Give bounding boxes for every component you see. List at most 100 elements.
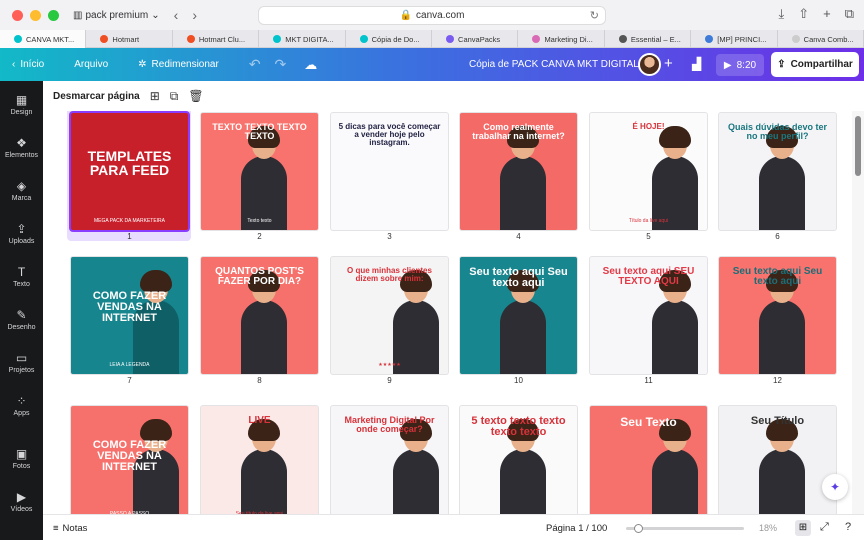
sidebar-toggle-icon[interactable]: ▥ (73, 10, 82, 21)
person-photo (241, 270, 287, 374)
cloud-saved-icon[interactable]: ☁ (304, 57, 317, 73)
page-headline: 5 texto texto texto texto texto (471, 415, 566, 439)
browser-tab[interactable]: [MP] PRINCI... (691, 30, 778, 48)
duplicate-page-icon[interactable]: ⧉ (170, 89, 179, 104)
page-thumbnail[interactable]: 5 dicas para você começar a vender hoje … (331, 113, 448, 230)
page-subtext: Título da live aqui (628, 218, 669, 224)
notes-button[interactable]: ≡ Notas (53, 523, 87, 534)
page-thumbnail[interactable]: QUANTOS POST'S FAZER POR DIA? (201, 257, 318, 374)
page-thumbnail[interactable]: O que minhas clientes dizem sobre mim: ★★… (331, 257, 448, 374)
back-icon[interactable]: ‹ (174, 7, 179, 23)
tab-overview-icon[interactable]: ⧉ (845, 6, 854, 22)
share-button[interactable]: ⇪ Compartilhar (771, 52, 859, 77)
page-thumbnail[interactable]: TEMPLATES PARA FEED MEGA PACK DA MARKETEI… (71, 113, 188, 230)
page-thumbnail[interactable]: Marketing Digital Por onde começar? (331, 406, 448, 514)
window-controls[interactable] (12, 9, 59, 21)
sidebar-item-projetos[interactable]: ▭ Projetos (0, 351, 43, 374)
document-title[interactable]: Cópia de PACK CANVA MKT DIGITAL 8 (469, 59, 647, 70)
photo-icon: ▣ (15, 447, 28, 461)
undo-icon[interactable]: ↶ (249, 56, 261, 73)
add-collaborator-icon[interactable]: + (664, 55, 673, 72)
editor-footer: ≡ Notas Página 1 / 100 18% ⊞ ⤢ ? (43, 514, 864, 540)
sidebar-item-uploads[interactable]: ⇪ Uploads (0, 222, 43, 245)
page-thumbnail[interactable]: Quais dúvidas devo ter no meu perfil? (719, 113, 836, 230)
forward-icon[interactable]: › (192, 7, 197, 23)
reload-icon[interactable]: ↻ (590, 9, 599, 22)
help-icon[interactable]: ? (845, 521, 851, 533)
play-icon: ▶ (723, 59, 732, 71)
page-thumbnail[interactable]: Seu texto aqui SEU TEXTO AQUI (590, 257, 707, 374)
browser-tab[interactable]: Essential – E... (605, 30, 692, 48)
video-icon: ▶ (16, 490, 27, 504)
page-thumbnail[interactable]: LIVE Seu título da live aqui (201, 406, 318, 514)
browser-tab[interactable]: CanvaPacks (432, 30, 519, 48)
sidebar-item-apps[interactable]: ⁘ Apps (0, 394, 43, 417)
trash-icon[interactable]: 🗑 (188, 89, 203, 103)
zoom-slider-handle[interactable] (634, 524, 643, 533)
browser-tab[interactable]: Cópia de Do... (346, 30, 433, 48)
home-button[interactable]: ‹ Início (12, 59, 44, 70)
magic-assistant-icon[interactable]: ✦ (822, 474, 848, 500)
page-headline: TEXTO TEXTO TEXTO TEXTO (212, 122, 307, 142)
page-headline: LIVE (248, 415, 271, 426)
page-thumbnail[interactable]: Como realmente trabalhar na internet? (460, 113, 577, 230)
page-thumbnail[interactable]: Seu Título (719, 406, 836, 514)
close-window-button[interactable] (12, 9, 23, 21)
page-headline: Quais dúvidas devo ter no meu perfil? (727, 122, 828, 142)
zoom-percentage[interactable]: 18% (759, 523, 777, 533)
page-thumbnail[interactable]: Seu Texto (590, 406, 707, 514)
sidebar-item-elementos[interactable]: ❖ Elementos (0, 136, 43, 159)
sidebar-item-marca[interactable]: ◈ Marca (0, 179, 43, 202)
person-photo (500, 419, 546, 514)
page-thumbnail[interactable]: COMO FAZER VENDAS NA INTERNET LEIA A LEGE… (71, 257, 188, 374)
page-number: 5 (646, 232, 651, 241)
present-button[interactable]: ▶ 8:20 (716, 54, 764, 76)
browser-tab[interactable]: Hotmart (86, 30, 173, 48)
notes-icon: ≡ (53, 523, 59, 534)
page-thumbnail[interactable]: É HOJE! Título da live aqui (590, 113, 707, 230)
fullscreen-icon[interactable]: ⤢ (820, 521, 829, 534)
page-subtext: Texto texto (247, 218, 272, 224)
download-icon[interactable]: ⤓ (778, 6, 784, 22)
person-photo (500, 126, 546, 230)
favicon-icon (14, 35, 22, 43)
page-thumbnail[interactable]: 5 texto texto texto texto texto (460, 406, 577, 514)
favicon-icon (446, 35, 455, 43)
minimize-window-button[interactable] (30, 9, 41, 21)
share-icon[interactable]: ⇧ (798, 6, 809, 22)
browser-tab[interactable]: Hotmart Clu... (173, 30, 260, 48)
share-icon: ⇪ (777, 59, 786, 70)
sidebar-item-design[interactable]: ▦ Design (0, 93, 43, 116)
avatar[interactable] (638, 53, 661, 76)
browser-actions: ⤓ ⇧ + ⧉ (778, 6, 854, 22)
browser-tab[interactable]: Canva Comb... (778, 30, 864, 48)
deselect-page-button[interactable]: Desmarcar página (53, 91, 140, 102)
tab-label: Marketing Di... (544, 34, 593, 44)
sidebar-item-texto[interactable]: T Texto (0, 265, 43, 288)
resize-button[interactable]: ✲ Redimensionar (138, 59, 219, 70)
sidebar-item-fotos[interactable]: ▣ Fotos (0, 447, 43, 470)
zoom-slider[interactable] (626, 524, 744, 533)
browser-tab[interactable]: MKT DIGITA... (259, 30, 346, 48)
insights-icon[interactable]: ▟ (692, 57, 701, 71)
grid-scrollbar[interactable] (852, 111, 864, 514)
profile-name: pack premium (85, 9, 149, 21)
address-bar[interactable]: 🔒 canva.com ↻ (258, 6, 606, 25)
profile-switcher[interactable]: ▥ pack premium ⌄ (73, 10, 160, 21)
page-thumbnail[interactable]: COMO FAZER VENDAS NA INTERNET PASSO A PAS… (71, 406, 188, 514)
grid-view-icon[interactable]: ⊞ (795, 520, 811, 536)
redo-icon[interactable]: ↷ (275, 56, 287, 73)
file-menu-button[interactable]: Arquivo (74, 59, 108, 70)
new-tab-icon[interactable]: + (823, 6, 831, 22)
browser-tab[interactable]: CANVA MKT... (0, 30, 87, 48)
page-thumbnail[interactable]: Seu texto aqui Seu texto aqui (460, 257, 577, 374)
browser-tab[interactable]: Marketing Di... (518, 30, 605, 48)
zoom-window-button[interactable] (48, 9, 59, 21)
page-thumbnail[interactable]: TEXTO TEXTO TEXTO TEXTO Texto texto (201, 113, 318, 230)
add-page-icon[interactable]: ⊞ (150, 89, 160, 103)
page-indicator[interactable]: Página 1 / 100 (546, 523, 607, 534)
page-thumbnail[interactable]: Seu texto aqui Seu texto aqui (719, 257, 836, 374)
sidebar-item-vídeos[interactable]: ▶ Vídeos (0, 490, 43, 513)
sidebar-item-desenho[interactable]: ✎ Desenho (0, 308, 43, 331)
scroll-thumb[interactable] (855, 116, 861, 176)
